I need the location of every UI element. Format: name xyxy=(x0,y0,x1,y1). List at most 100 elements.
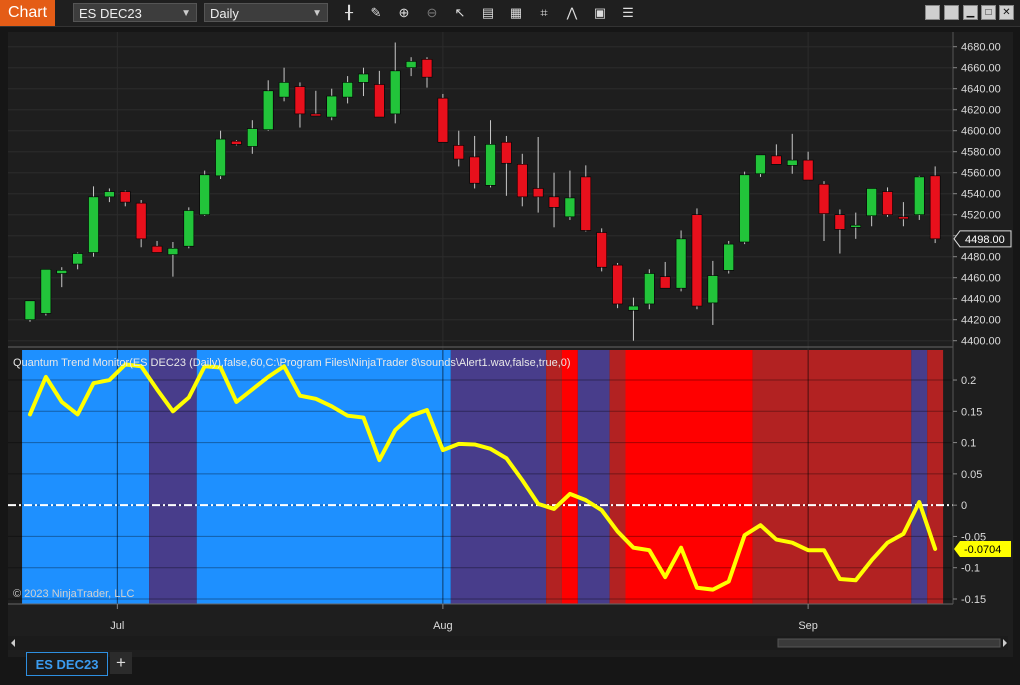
candle-body xyxy=(771,155,782,165)
candle-body xyxy=(802,159,814,181)
candle-body xyxy=(644,273,655,305)
candle-body xyxy=(739,174,750,243)
chart-tab[interactable]: Chart xyxy=(0,0,55,26)
price-tick-label: 4400.00 xyxy=(961,336,1001,348)
zoom-in-icon[interactable]: ⊕ xyxy=(394,3,414,23)
maximize-button[interactable]: □ xyxy=(981,5,996,20)
indicator-tick-label: 0.15 xyxy=(961,406,982,418)
time-tick-label: Jul xyxy=(110,620,124,632)
candle-body xyxy=(72,253,83,265)
trend-band xyxy=(927,350,944,604)
indicator-tick-label: -0.1 xyxy=(961,563,980,575)
price-tick-label: 4680.00 xyxy=(961,42,1001,54)
indicator-label: Quantum Trend Monitor(ES DEC23 (Daily),f… xyxy=(13,357,571,369)
add-tab-button[interactable]: + xyxy=(110,652,132,674)
candle-body xyxy=(215,138,226,177)
candle-body xyxy=(929,175,941,240)
candle-body xyxy=(437,97,449,143)
bar-type-icon[interactable]: ╂ xyxy=(339,3,359,23)
window-option-button[interactable] xyxy=(925,5,940,20)
indicator-tick-label: 0.2 xyxy=(961,375,976,387)
candle-body xyxy=(326,95,338,118)
candle-body xyxy=(24,300,36,320)
candle-body xyxy=(88,196,99,253)
strategies-icon[interactable]: ⋀ xyxy=(562,3,582,23)
candle-body xyxy=(247,128,258,147)
candle-body xyxy=(628,305,639,311)
instrument-tab[interactable]: ES DEC23 xyxy=(26,652,108,676)
candle-body xyxy=(358,73,369,83)
price-tick-label: 4580.00 xyxy=(961,147,1001,159)
pointer-icon[interactable]: ↖ xyxy=(450,3,470,23)
price-tick-label: 4540.00 xyxy=(961,189,1001,201)
zoom-out-icon[interactable]: ⊖ xyxy=(422,3,442,23)
candle-body xyxy=(516,164,528,198)
candle-body xyxy=(707,275,719,304)
candle-body xyxy=(913,176,925,215)
trend-band xyxy=(911,350,928,604)
chart-svg: 4400.004420.004440.004460.004480.004500.… xyxy=(8,32,1012,650)
trend-band xyxy=(546,350,562,604)
copyright-text: © 2023 NinjaTrader, LLC xyxy=(13,588,134,600)
menu-list-icon[interactable]: ☰ xyxy=(618,3,638,23)
candle-body xyxy=(532,188,544,198)
indicator-tick-label: 0.05 xyxy=(961,469,982,481)
candle-body xyxy=(818,183,830,214)
candle-body xyxy=(56,270,68,274)
candle-body xyxy=(405,61,417,68)
price-tick-label: 4600.00 xyxy=(961,126,1001,138)
window-option-button-2[interactable] xyxy=(944,5,959,20)
trend-band xyxy=(196,350,451,604)
candle-body xyxy=(548,196,560,208)
instrument-value: ES DEC23 xyxy=(79,6,142,21)
price-panel-bg xyxy=(8,32,953,347)
candle-body xyxy=(898,216,909,220)
pencil-icon[interactable]: ✎ xyxy=(366,3,386,23)
candle-body xyxy=(882,191,893,216)
properties-icon[interactable]: ▦ xyxy=(506,3,526,23)
scrollbar-thumb xyxy=(777,638,1001,648)
chevron-down-icon: ▼ xyxy=(312,8,322,19)
price-tick-label: 4660.00 xyxy=(961,63,1001,75)
candle-body xyxy=(342,82,353,98)
interval-selector[interactable]: Daily ▼ xyxy=(204,3,328,22)
candle-body xyxy=(501,141,512,164)
instrument-selector[interactable]: ES DEC23 ▼ xyxy=(73,3,197,22)
close-button[interactable]: ✕ xyxy=(999,5,1014,20)
price-tick-label: 4520.00 xyxy=(961,210,1001,222)
candle-body xyxy=(850,224,862,228)
candle-body xyxy=(691,214,703,307)
price-tick-label: 4440.00 xyxy=(961,294,1001,306)
data-box-icon[interactable]: ▤ xyxy=(478,3,498,23)
candle-body xyxy=(469,156,480,184)
time-tick-label: Sep xyxy=(798,620,818,632)
candle-body xyxy=(183,210,195,247)
candle-body xyxy=(199,174,210,216)
candle-body xyxy=(755,154,766,175)
candle-body xyxy=(151,245,163,253)
trend-band xyxy=(577,350,610,604)
candle-body xyxy=(104,191,115,198)
candle-body xyxy=(231,140,242,145)
indicator-panel xyxy=(8,350,953,605)
candle-body xyxy=(278,82,290,98)
price-tick-label: 4560.00 xyxy=(961,168,1001,180)
minimize-button[interactable]: ▁ xyxy=(963,5,978,20)
price-tick-label: 4420.00 xyxy=(961,315,1001,327)
candle-body xyxy=(580,176,592,231)
time-tick-label: Aug xyxy=(433,620,453,632)
indicator-tick-label: 0 xyxy=(961,500,967,512)
price-tick-label: 4460.00 xyxy=(961,273,1001,285)
candle-body xyxy=(834,214,846,230)
candle-body xyxy=(167,248,179,255)
candle-body xyxy=(421,58,433,78)
candle-body xyxy=(389,70,401,115)
candle-body xyxy=(675,238,687,289)
chevron-down-icon: ▼ xyxy=(181,8,191,19)
interval-value: Daily xyxy=(210,6,239,21)
candle-body xyxy=(119,191,131,203)
candle-body xyxy=(453,145,465,160)
templates-icon[interactable]: ▣ xyxy=(590,3,610,23)
indicators-icon[interactable]: ⌗ xyxy=(534,3,554,23)
indicator-tick-label: -0.15 xyxy=(961,594,986,606)
